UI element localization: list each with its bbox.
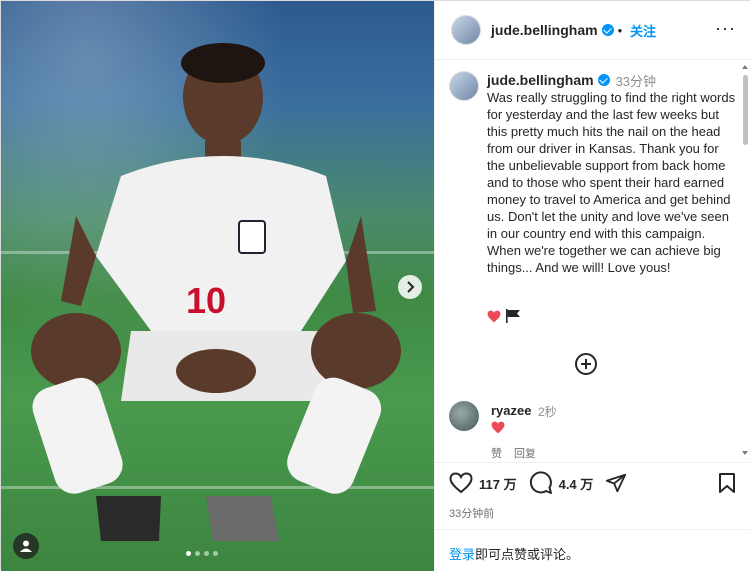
commenter-username[interactable]: ryazee [491, 403, 531, 418]
share-icon [606, 473, 627, 493]
post-timestamp: 33分钟前 [449, 508, 495, 520]
comment-count: 4.4 万 [558, 476, 594, 492]
commenter-avatar[interactable] [449, 401, 479, 431]
login-link[interactable]: 登录 [449, 547, 475, 562]
verified-badge-icon [597, 74, 610, 86]
post-modal: 10 jude.bellingham • 关注 ··· jude.belling… [0, 0, 750, 571]
like-count: 117 万 [479, 476, 517, 492]
comment-time: 2秒 [538, 405, 557, 419]
verified-badge-icon [601, 24, 614, 36]
red-heart-icon [491, 421, 505, 434]
divider [435, 529, 750, 530]
carousel-dots [186, 551, 218, 556]
tagged-users-button[interactable] [13, 533, 39, 559]
chevron-right-icon [407, 281, 415, 293]
caption-username[interactable]: jude.bellingham [487, 72, 594, 88]
action-bar: 117 万 4.4 万 [435, 462, 750, 503]
bookmark-icon [719, 473, 735, 493]
scroll-up-icon[interactable] [742, 65, 748, 69]
carousel-dot [213, 551, 218, 556]
caption-time: 33分钟 [615, 73, 657, 89]
author-avatar[interactable] [451, 15, 481, 45]
player-illustration: 10 [31, 43, 401, 541]
carousel-dot [195, 551, 200, 556]
heart-outline-icon [449, 472, 473, 494]
like-button[interactable]: 117 万 [449, 472, 517, 494]
plus-icon [581, 359, 591, 369]
user-icon [20, 540, 32, 552]
caption-emojis [487, 309, 521, 323]
comment-button[interactable]: 4.4 万 [529, 471, 594, 495]
red-heart-icon [487, 310, 501, 322]
carousel-dot [186, 551, 191, 556]
login-prompt: 登录即可点赞或评论。 [449, 544, 579, 563]
load-more-comments-button[interactable] [575, 353, 597, 375]
post-header: jude.bellingham • 关注 ··· [435, 1, 750, 60]
comment-content [491, 421, 505, 439]
scroll-down-icon[interactable] [742, 451, 748, 455]
follow-button[interactable]: 关注 [630, 21, 656, 40]
post-sidebar: jude.bellingham • 关注 ··· jude.bellingham… [434, 1, 750, 571]
more-options-icon[interactable]: ··· [715, 19, 736, 37]
black-flag-icon [506, 309, 520, 323]
scrollbar-thumb[interactable] [743, 75, 748, 145]
share-button[interactable] [605, 472, 627, 494]
caption-avatar[interactable] [449, 71, 479, 101]
post-photo[interactable]: 10 [1, 1, 434, 571]
comments-area[interactable]: jude.bellingham 33分钟 Was really struggli… [435, 59, 750, 461]
comment-reply-button[interactable]: 回复 [514, 445, 536, 461]
caption-text: Was really struggling to find the right … [487, 90, 736, 275]
comments-scrollbar[interactable] [741, 63, 750, 459]
author-username[interactable]: jude.bellingham [491, 22, 598, 38]
login-prompt-text: 即可点赞或评论。 [475, 547, 580, 562]
save-button[interactable] [718, 473, 736, 498]
comment-icon [529, 471, 552, 494]
svg-text:10: 10 [186, 280, 226, 321]
header-separator: • [617, 22, 623, 38]
next-photo-button[interactable] [398, 275, 422, 299]
comment-actions: 赞 回复 [491, 445, 536, 461]
comment-like-button[interactable]: 赞 [491, 445, 502, 461]
carousel-dot [204, 551, 209, 556]
